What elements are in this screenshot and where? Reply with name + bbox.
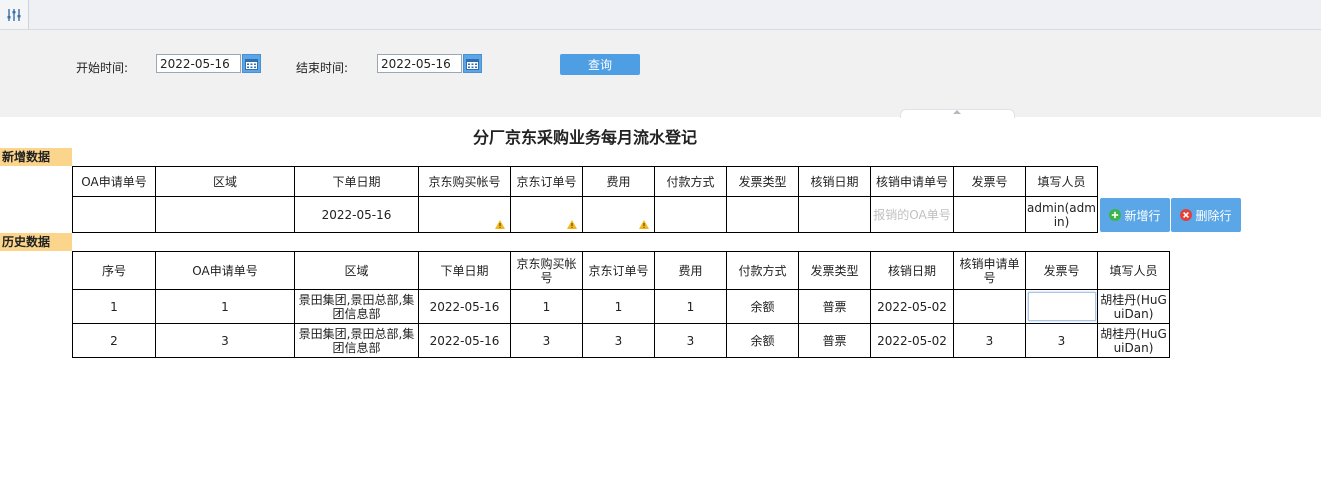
table-header-row: OA申请单号 区域 下单日期 京东购买帐号 京东订单号 费用 付款方式 发票类型…	[72, 166, 1098, 197]
column-header: 核销日期	[798, 166, 871, 197]
fee-cell[interactable]	[582, 196, 655, 233]
table-row[interactable]: 1 1 景田集团,景田总部,集团信息部 2022-05-16 1 1 1 余额 …	[72, 289, 1170, 324]
jd-account-cell: 3	[510, 323, 583, 358]
row-index-cell: 2	[72, 323, 156, 358]
table-row[interactable]: 2 3 景田集团,景田总部,集团信息部 2022-05-16 3 3 3 余额 …	[72, 323, 1170, 358]
writeoff-number-placeholder: 报销的OA单号	[873, 207, 951, 222]
start-calendar-button[interactable]	[242, 54, 261, 73]
new-data-table: OA申请单号 区域 下单日期 京东购买帐号 京东订单号 费用 付款方式 发票类型…	[72, 166, 1098, 233]
jd-order-cell: 1	[582, 289, 655, 324]
calendar-icon	[245, 58, 258, 70]
pay-method-cell: 余额	[726, 289, 799, 324]
writeoff-date-cell[interactable]	[798, 196, 871, 233]
jd-account-cell: 1	[510, 289, 583, 324]
column-header: 发票类型	[798, 251, 871, 290]
warning-icon	[567, 219, 577, 229]
column-header: 核销日期	[870, 251, 954, 290]
close-circle-icon	[1180, 209, 1193, 221]
writeoff-number-cell[interactable]: 报销的OA单号	[870, 196, 954, 233]
warning-icon	[495, 219, 505, 229]
order-date-cell: 2022-05-16	[418, 289, 511, 324]
start-time-label: 开始时间:	[76, 61, 129, 75]
top-toolbar	[0, 0, 1321, 30]
start-date-input[interactable]	[156, 54, 241, 73]
filter-toggle-button[interactable]	[0, 0, 29, 29]
order-date-cell[interactable]: 2022-05-16	[294, 196, 419, 233]
invoice-type-cell: 普票	[798, 323, 871, 358]
area-cell: 景田集团,景田总部,集团信息部	[294, 289, 419, 324]
column-header: 京东购买帐号	[418, 166, 511, 197]
writeoff-date-cell: 2022-05-02	[870, 323, 954, 358]
jd-order-cell: 3	[582, 323, 655, 358]
end-time-label: 结束时间:	[296, 61, 349, 75]
column-header: 京东订单号	[510, 166, 583, 197]
writeoff-date-cell: 2022-05-02	[870, 289, 954, 324]
filler-cell: admin(admin)	[1025, 196, 1098, 233]
history-data-section-label: 历史数据	[0, 233, 72, 251]
column-header: 填写人员	[1025, 166, 1098, 197]
delete-row-button[interactable]: 删除行	[1171, 198, 1241, 232]
column-header: 发票号	[1025, 251, 1098, 290]
area-cell[interactable]	[155, 196, 295, 233]
pay-method-cell[interactable]	[654, 196, 727, 233]
column-header: 下单日期	[418, 251, 511, 290]
filler-cell: 胡桂丹(HuGuiDan)	[1097, 289, 1170, 324]
oa-number-cell[interactable]	[72, 196, 156, 233]
table-header-row: 序号 OA申请单号 区域 下单日期 京东购买帐号 京东订单号 费用 付款方式 发…	[72, 251, 1170, 290]
filler-cell: 胡桂丹(HuGuiDan)	[1097, 323, 1170, 358]
delete-row-label: 删除行	[1195, 208, 1232, 223]
query-button[interactable]: 查询	[560, 54, 640, 75]
invoice-number-cell[interactable]: 3	[1025, 323, 1098, 358]
column-header: 核销申请单号	[870, 166, 954, 197]
writeoff-number-cell[interactable]: 3	[953, 323, 1026, 358]
new-data-section-label: 新增数据	[0, 148, 72, 166]
search-panel: 开始时间: 结束时间: 查询	[0, 30, 1321, 118]
oa-number-cell: 3	[155, 323, 295, 358]
calendar-icon	[466, 58, 479, 70]
column-header: 付款方式	[654, 166, 727, 197]
chevron-up-icon	[953, 110, 961, 114]
sliders-icon	[7, 8, 21, 21]
column-header: 核销申请单号	[953, 251, 1026, 290]
column-header: 付款方式	[726, 251, 799, 290]
column-header: 费用	[582, 166, 655, 197]
add-row-label: 新增行	[1124, 208, 1161, 223]
add-row-button[interactable]: 新增行	[1100, 198, 1170, 232]
column-header: 区域	[155, 166, 295, 197]
column-header: 区域	[294, 251, 419, 290]
area-cell: 景田集团,景田总部,集团信息部	[294, 323, 419, 358]
column-header: 填写人员	[1097, 251, 1170, 290]
fee-cell: 3	[654, 323, 727, 358]
invoice-type-cell[interactable]	[726, 196, 799, 233]
pay-method-cell: 余额	[726, 323, 799, 358]
column-header: 费用	[654, 251, 727, 290]
table-row: 2022-05-16 报销的OA单号 admin(admin)	[72, 196, 1098, 233]
column-header: 京东订单号	[582, 251, 655, 290]
column-header: 下单日期	[294, 166, 419, 197]
column-header: 序号	[72, 251, 156, 290]
invoice-type-cell: 普票	[798, 289, 871, 324]
column-header: OA申请单号	[155, 251, 295, 290]
invoice-number-input[interactable]	[1027, 292, 1096, 321]
jd-order-cell[interactable]	[510, 196, 583, 233]
row-index-cell: 1	[72, 289, 156, 324]
end-calendar-button[interactable]	[463, 54, 482, 73]
collapse-panel-toggle[interactable]	[900, 109, 1015, 118]
column-header: 发票类型	[726, 166, 799, 197]
invoice-number-cell[interactable]	[1025, 289, 1098, 324]
plus-circle-icon	[1109, 209, 1122, 221]
fee-cell: 1	[654, 289, 727, 324]
end-date-input[interactable]	[377, 54, 462, 73]
writeoff-number-cell[interactable]	[953, 289, 1026, 324]
column-header: OA申请单号	[72, 166, 156, 197]
invoice-number-cell[interactable]	[953, 196, 1026, 233]
page-title: 分厂京东采购业务每月流水登记	[472, 128, 697, 147]
column-header: 京东购买帐号	[510, 251, 583, 290]
history-data-table: 序号 OA申请单号 区域 下单日期 京东购买帐号 京东订单号 费用 付款方式 发…	[72, 251, 1170, 358]
oa-number-cell: 1	[155, 289, 295, 324]
jd-account-cell[interactable]	[418, 196, 511, 233]
order-date-cell: 2022-05-16	[418, 323, 511, 358]
warning-icon	[639, 219, 649, 229]
column-header: 发票号	[953, 166, 1026, 197]
